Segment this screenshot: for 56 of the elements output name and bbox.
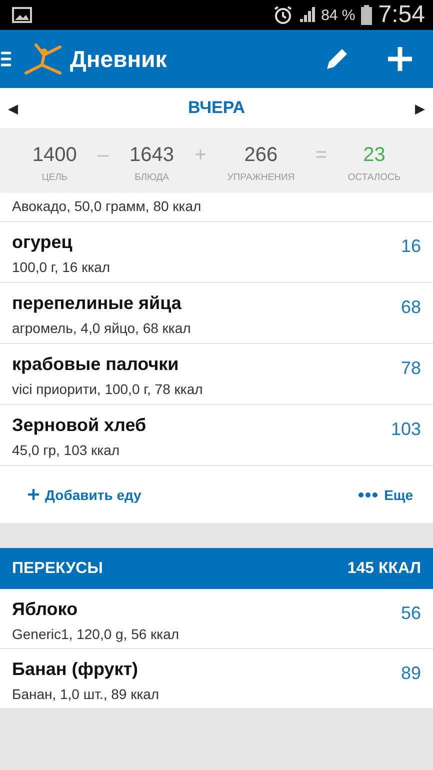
next-day-button[interactable]: ▶ <box>412 100 427 116</box>
food-name: перепелиные яйца <box>12 293 182 314</box>
more-button[interactable]: Еще <box>358 486 413 502</box>
food-name: огурец <box>12 232 74 253</box>
date-label: ВЧЕРА <box>188 98 246 118</box>
calories: 103 <box>390 418 421 441</box>
person-logo-icon <box>24 43 64 75</box>
calories: 89 <box>400 662 421 685</box>
food-entry[interactable]: Банан (фрукт) Банан, 1,0 шт., 89 ккал 89 <box>0 649 433 709</box>
alarm-icon <box>273 5 294 25</box>
food-details: 100,0 г, 16 ккал <box>12 259 112 275</box>
operator: + <box>194 143 206 167</box>
food-entry[interactable]: Яблоко Generic1, 120,0 g, 56 ккал 56 <box>0 589 433 649</box>
food-entry[interactable]: Авокадо, 50,0 грамм, 80 ккал <box>0 193 433 222</box>
calories: 78 <box>400 357 421 380</box>
calories: 68 <box>400 296 421 319</box>
menu-icon[interactable] <box>0 51 12 67</box>
section-title: ПЕРЕКУСЫ <box>12 560 103 578</box>
food-details: Банан, 1,0 шт., 89 ккал <box>12 686 160 702</box>
calorie-label: УПРАЖНЕНИЯ <box>227 172 295 183</box>
calorie-value: 23 <box>363 144 386 167</box>
food-entry[interactable]: перепелиные яйца агромель, 4,0 яйцо, 68 ккал 68 <box>0 283 433 344</box>
calorie-value: 266 <box>244 144 278 167</box>
food-details: агромель, 4,0 яйцо, 68 ккал <box>12 320 192 336</box>
food-name: крабовые палочки <box>12 354 180 375</box>
food-name: Зерновой хлеб <box>12 415 148 436</box>
calorie-value: 1400 <box>32 144 77 167</box>
app-title: Дневник <box>70 46 167 72</box>
food-details: 45,0 гр, 103 ккал <box>12 442 121 458</box>
food-entry[interactable]: огурец 100,0 г, 16 ккал 16 <box>0 222 433 283</box>
calorie-label: БЛЮДА <box>134 172 169 183</box>
add-food-button[interactable]: Добавить еду <box>28 486 142 502</box>
battery-percent: 84 % <box>321 6 356 24</box>
food-name: Яблоко <box>12 599 79 620</box>
food-details: Generic1, 120,0 g, 56 ккал <box>12 626 180 642</box>
more-dots-icon <box>358 492 378 498</box>
calorie-value: 1643 <box>130 144 174 167</box>
calories: 16 <box>400 235 421 258</box>
add-icon[interactable] <box>387 46 413 72</box>
section-total: 145 ККАЛ <box>347 560 421 578</box>
food-entry[interactable]: крабовые палочки vici приорити, 100,0 г, 78 ккал 78 <box>0 344 433 405</box>
signal-icon <box>299 7 316 23</box>
food-entry[interactable]: Зерновой хлеб 45,0 гр, 103 ккал 103 <box>0 405 433 466</box>
operator: = <box>315 143 328 167</box>
calorie-label: ОСТАЛОСЬ <box>348 172 401 183</box>
calories: 56 <box>400 602 421 625</box>
plus-icon <box>28 489 39 500</box>
food-details: Авокадо, 50,0 грамм, 80 ккал <box>12 198 202 214</box>
previous-day-button[interactable]: ◀ <box>6 100 20 116</box>
food-name: Банан (фрукт) <box>12 659 140 680</box>
food-details: vici приорити, 100,0 г, 78 ккал <box>12 381 204 397</box>
battery-icon <box>361 5 372 25</box>
operator: – <box>98 143 109 167</box>
image-icon <box>12 7 32 23</box>
clock: 7:54 <box>378 1 425 29</box>
calorie-label: ЦЕЛЬ <box>42 172 68 183</box>
